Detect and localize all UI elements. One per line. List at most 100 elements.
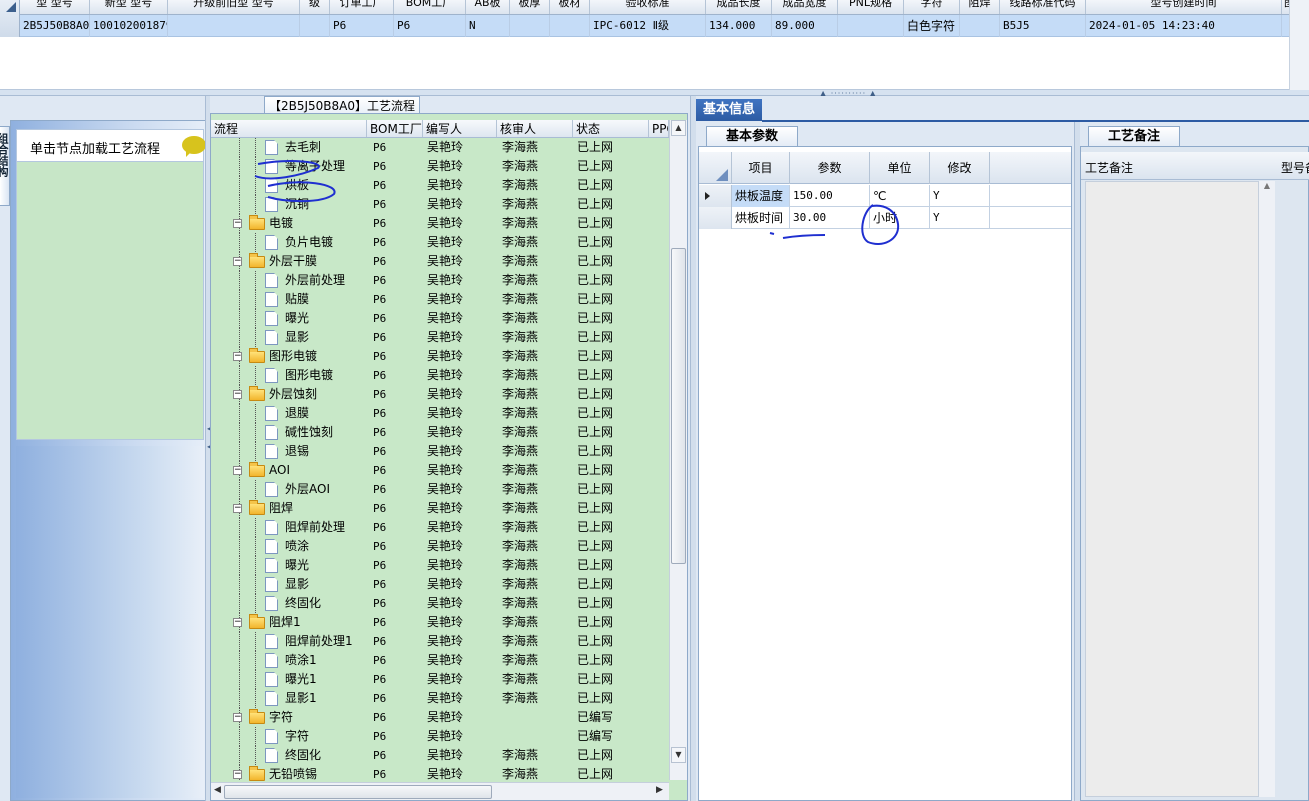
col-value[interactable]: 参数 xyxy=(790,152,870,184)
scroll-down-icon[interactable]: ▼ xyxy=(671,747,686,763)
tree-leaf-node[interactable]: 终固化 P6 吴艳玲 李海燕 已上网 xyxy=(211,594,669,613)
tree-leaf-node[interactable]: 显影1 P6 吴艳玲 李海燕 已上网 xyxy=(211,689,669,708)
cell-mask[interactable] xyxy=(960,15,1000,37)
tab-process-remark[interactable]: 工艺备注 xyxy=(1088,126,1180,146)
tree-leaf-node[interactable]: 退膜 P6 吴艳玲 李海燕 已上网 xyxy=(211,404,669,423)
col-ab[interactable]: AB板 xyxy=(466,0,510,14)
tree-leaf-node[interactable]: 喷涂1 P6 吴艳玲 李海燕 已上网 xyxy=(211,651,669,670)
tree-leaf-node[interactable]: 喷涂 P6 吴艳玲 李海燕 已上网 xyxy=(211,537,669,556)
table-row[interactable]: 烘板温度 150.00 ℃ Y xyxy=(699,185,1071,207)
tree-leaf-node[interactable]: 退锡 P6 吴艳玲 李海燕 已上网 xyxy=(211,442,669,461)
cell-width[interactable]: 89.000 xyxy=(772,15,838,37)
cell-value[interactable]: 30.00 xyxy=(790,207,870,229)
row-selector[interactable] xyxy=(0,0,20,37)
tree-folder-node[interactable]: − 无铅喷锡 P6 吴艳玲 李海燕 已上网 xyxy=(211,765,669,781)
col-new-model[interactable]: 新型 型号 xyxy=(90,0,168,14)
tree-folder-node[interactable]: − 电镀 P6 吴艳玲 李海燕 已上网 xyxy=(211,214,669,233)
cell-edit[interactable]: Y xyxy=(930,207,990,229)
collapse-icon[interactable]: − xyxy=(233,352,242,361)
tree-folder-node[interactable]: − AOI P6 吴艳玲 李海燕 已上网 xyxy=(211,461,669,480)
scroll-right-icon[interactable]: ▶ xyxy=(656,785,663,795)
remark-vertical-scrollbar[interactable]: ▲ xyxy=(1258,181,1275,797)
remark-body[interactable] xyxy=(1085,181,1275,797)
table-row[interactable]: 2B5J50B8A0 10010200187952 P6 P6 N IPC-60… xyxy=(0,15,1309,37)
tree-leaf-node[interactable]: 外层前处理 P6 吴艳玲 李海燕 已上网 xyxy=(211,271,669,290)
tree-vertical-scrollbar[interactable]: ▲ ▼ xyxy=(669,120,687,780)
tab-basic-params[interactable]: 基本参数 xyxy=(706,126,798,146)
cell-bom-factory[interactable]: P6 xyxy=(394,15,466,37)
col-process-remark[interactable]: 工艺备注 xyxy=(1085,159,1133,176)
col-created[interactable]: 型号创建时间 xyxy=(1086,0,1282,14)
tree-leaf-node[interactable]: 贴膜 P6 吴艳玲 李海燕 已上网 xyxy=(211,290,669,309)
tree-leaf-node[interactable]: 曝光1 P6 吴艳玲 李海燕 已上网 xyxy=(211,670,669,689)
cell-code[interactable]: B5J5 xyxy=(1000,15,1086,37)
cell-standard[interactable]: IPC-6012 Ⅱ级 xyxy=(590,15,706,37)
cell-char[interactable]: 白色字符 xyxy=(904,15,960,37)
cell-old-model[interactable] xyxy=(168,15,300,37)
col-material[interactable]: 板材 xyxy=(550,0,590,14)
cell-value[interactable]: 150.00 xyxy=(790,185,870,207)
col-pnl[interactable]: PNL规格 xyxy=(838,0,904,14)
col-level[interactable]: 级 xyxy=(300,0,330,14)
tree-leaf-node[interactable]: 去毛刺 P6 吴艳玲 李海燕 已上网 xyxy=(211,138,669,157)
cell-unit[interactable]: 小时 xyxy=(870,207,930,229)
tree-leaf-node[interactable]: 等离子处理 P6 吴艳玲 李海燕 已上网 xyxy=(211,157,669,176)
scroll-up-icon[interactable]: ▲ xyxy=(671,120,686,136)
col-char[interactable]: 字符 xyxy=(904,0,960,14)
col-writer[interactable]: 编写人 xyxy=(423,120,497,137)
tree-leaf-node[interactable]: 字符 P6 吴艳玲 已编写 xyxy=(211,727,669,746)
col-status[interactable]: 状态 xyxy=(573,120,649,137)
cell-thickness[interactable] xyxy=(510,15,550,37)
cell-item[interactable]: 烘板温度 xyxy=(732,185,790,207)
collapse-icon[interactable]: − xyxy=(233,713,242,722)
tree-folder-node[interactable]: − 阻焊 P6 吴艳玲 李海燕 已上网 xyxy=(211,499,669,518)
cell-model[interactable]: 2B5J50B8A0 xyxy=(20,15,90,37)
vertical-scrollbar[interactable] xyxy=(1289,0,1309,90)
tree-leaf-node[interactable]: 负片电镀 P6 吴艳玲 李海燕 已上网 xyxy=(211,233,669,252)
cell-item[interactable]: 烘板时间 xyxy=(732,207,790,229)
row-selector[interactable] xyxy=(699,207,732,229)
col-ppc[interactable]: PPC xyxy=(649,120,669,137)
cell-order-factory[interactable]: P6 xyxy=(330,15,394,37)
tree-leaf-node[interactable]: 显影 P6 吴艳玲 李海燕 已上网 xyxy=(211,328,669,347)
tree-leaf-node[interactable]: 终固化 P6 吴艳玲 李海燕 已上网 xyxy=(211,746,669,765)
collapse-icon[interactable]: − xyxy=(233,770,242,779)
cell-edit[interactable]: Y xyxy=(930,185,990,207)
col-length[interactable]: 成品长度 xyxy=(706,0,772,14)
collapse-icon[interactable]: − xyxy=(233,618,242,627)
collapse-icon[interactable]: − xyxy=(233,466,242,475)
col-bom-factory[interactable]: BOM工厂 xyxy=(394,0,466,14)
col-flow[interactable]: 流程 xyxy=(211,120,367,137)
collapse-icon[interactable]: − xyxy=(233,504,242,513)
tab-basic-info[interactable]: 基本信息 xyxy=(696,99,762,121)
tree-leaf-node[interactable]: 图形电镀 P6 吴艳玲 李海燕 已上网 xyxy=(211,366,669,385)
table-row[interactable]: 烘板时间 30.00 小时 Y xyxy=(699,207,1071,229)
tree-folder-node[interactable]: − 字符 P6 吴艳玲 已编写 xyxy=(211,708,669,727)
tree-folder-node[interactable]: − 阻焊1 P6 吴艳玲 李海燕 已上网 xyxy=(211,613,669,632)
col-standard[interactable]: 验收标准 xyxy=(590,0,706,14)
col-old-model[interactable]: 升级前旧型 型号 xyxy=(168,0,300,14)
col-model-remark[interactable]: 型号备注 xyxy=(1281,159,1309,176)
collapse-icon[interactable]: − xyxy=(233,219,242,228)
structure-tree-area[interactable] xyxy=(16,162,204,440)
col-reviewer[interactable]: 核审人 xyxy=(497,120,573,137)
col-thickness[interactable]: 板厚 xyxy=(510,0,550,14)
tree-folder-node[interactable]: − 外层干膜 P6 吴艳玲 李海燕 已上网 xyxy=(211,252,669,271)
tree-folder-node[interactable]: − 图形电镀 P6 吴艳玲 李海燕 已上网 xyxy=(211,347,669,366)
tree-leaf-node[interactable]: 阻焊前处理1 P6 吴艳玲 李海燕 已上网 xyxy=(211,632,669,651)
cell-material[interactable] xyxy=(550,15,590,37)
cell-pnl[interactable] xyxy=(838,15,904,37)
cell-new-model[interactable]: 10010200187952 xyxy=(90,15,168,37)
cell-length[interactable]: 134.000 xyxy=(706,15,772,37)
tree-leaf-node[interactable]: 阻焊前处理 P6 吴艳玲 李海燕 已上网 xyxy=(211,518,669,537)
col-width[interactable]: 成品宽度 xyxy=(772,0,838,14)
tab-combination-structure[interactable]: 组合结构 xyxy=(0,126,10,206)
load-hint-box[interactable]: 单击节点加载工艺流程 xyxy=(16,129,206,162)
col-order-factory[interactable]: 订单工厂 xyxy=(330,0,394,14)
tree-leaf-node[interactable]: 显影 P6 吴艳玲 李海燕 已上网 xyxy=(211,575,669,594)
tree-leaf-node[interactable]: 沉铜 P6 吴艳玲 李海燕 已上网 xyxy=(211,195,669,214)
tree-horizontal-scrollbar[interactable]: ◀ ▶ xyxy=(211,782,669,800)
cell-ab[interactable]: N xyxy=(466,15,510,37)
col-code[interactable]: 线路标准代码 xyxy=(1000,0,1086,14)
cell-created[interactable]: 2024-01-05 14:23:40 xyxy=(1086,15,1282,37)
